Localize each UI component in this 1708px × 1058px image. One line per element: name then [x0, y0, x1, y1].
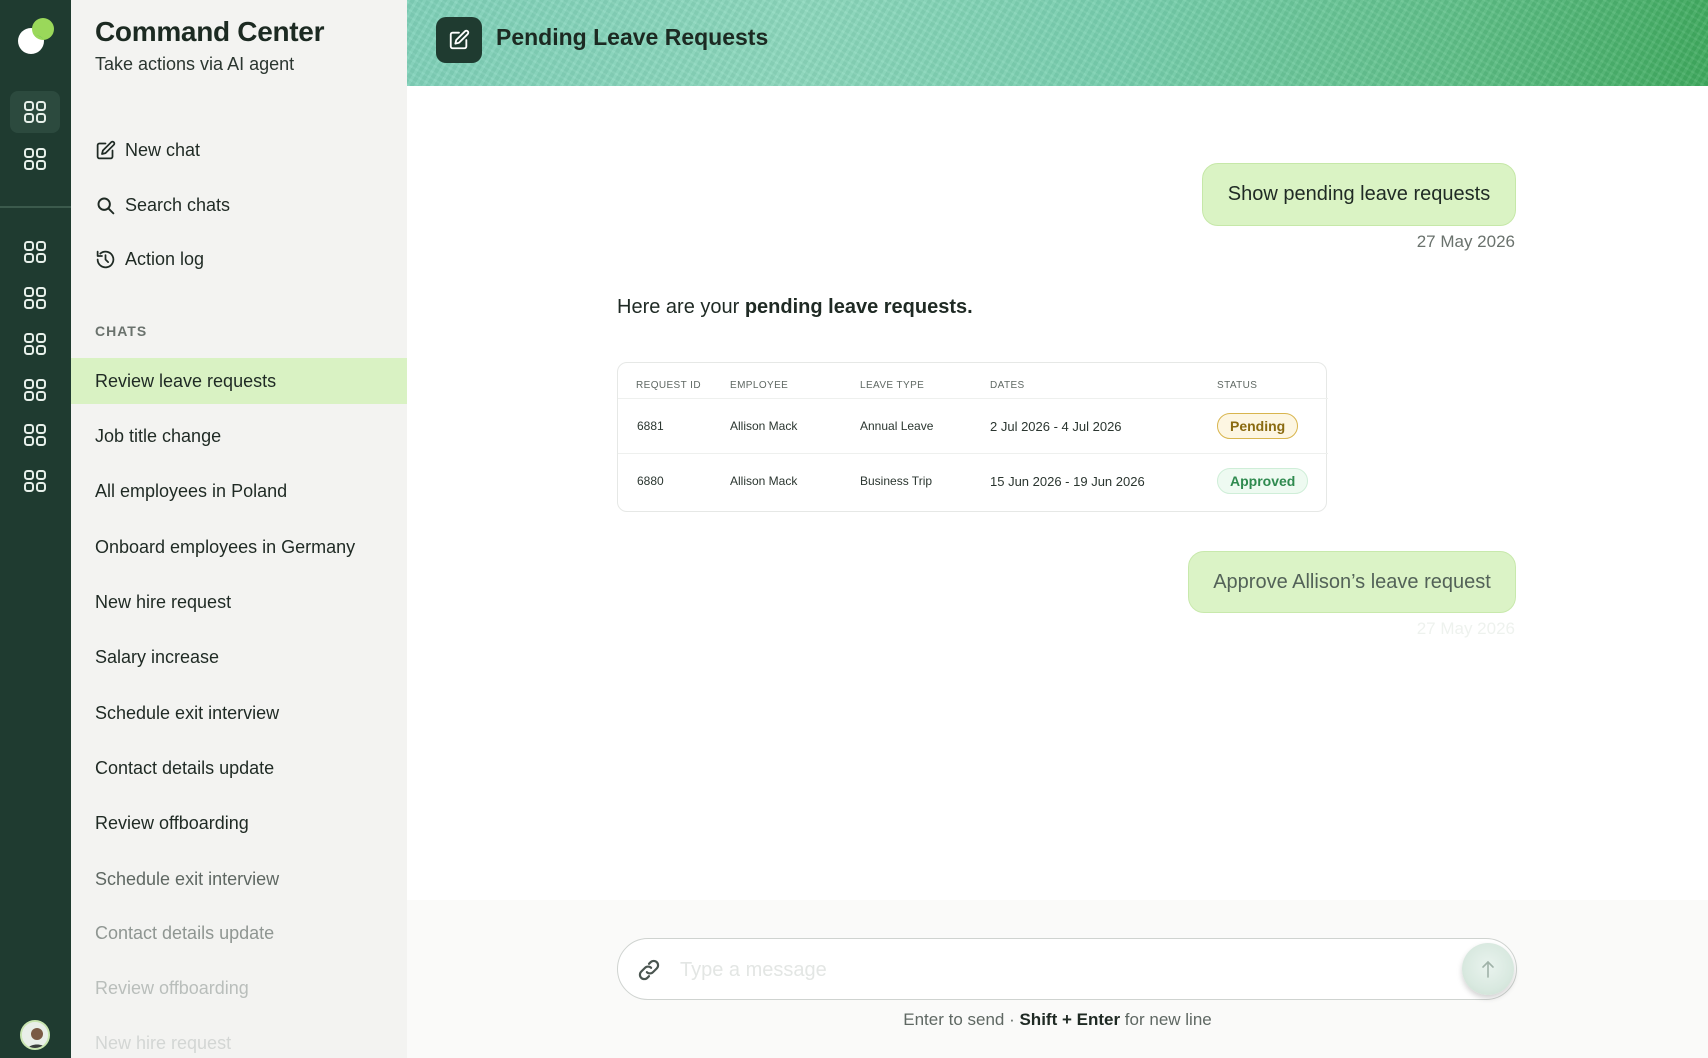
rail-divider	[0, 206, 71, 208]
user-message-bubble: Show pending leave requests	[1202, 163, 1516, 226]
app-title: Command Center	[95, 16, 325, 47]
grid-icon	[24, 241, 46, 263]
chat-item-all-employees-poland[interactable]: All employees in Poland	[71, 468, 407, 514]
search-icon	[97, 197, 115, 214]
grid-icon	[24, 333, 46, 355]
edit-icon	[96, 140, 116, 159]
rail-grid-icon-7[interactable]	[10, 414, 60, 456]
table-row[interactable]: 6880 Allison Mack Business Trip 15 Jun 2…	[618, 454, 1328, 510]
chat-item-schedule-exit-interview[interactable]: Schedule exit interview	[71, 690, 407, 736]
arrow-up-icon	[1482, 960, 1494, 978]
rail-grid-icon-2[interactable]	[10, 138, 60, 180]
cell-leave-type: Business Trip	[860, 474, 933, 488]
grid-icon	[24, 379, 46, 401]
cell-request-id: 6880	[637, 474, 664, 488]
app-window: Command Center Take actions via AI agent…	[0, 0, 1708, 1058]
message-input[interactable]	[680, 951, 1380, 989]
user-avatar[interactable]	[20, 1020, 50, 1050]
main-panel: Pending Leave Requests Show pending leav…	[407, 0, 1708, 1058]
avatar-icon	[22, 1022, 48, 1048]
table-row[interactable]: 6881 Allison Mack Annual Leave 2 Jul 202…	[618, 398, 1328, 454]
icon-rail	[0, 0, 71, 1058]
cell-employee: Allison Mack	[730, 474, 798, 488]
chat-item-review-leave-requests[interactable]: Review leave requests	[71, 358, 407, 404]
send-button[interactable]	[1462, 943, 1514, 995]
leave-requests-table: REQUEST ID EMPLOYEE LEAVE TYPE DATES STA…	[617, 362, 1328, 512]
chat-item-contact-details-update[interactable]: Contact details update	[71, 745, 407, 791]
grid-icon	[24, 424, 46, 446]
page-header: Pending Leave Requests	[407, 0, 1708, 86]
chat-item-contact-details-update-2[interactable]: Contact details update	[71, 910, 407, 956]
rail-grid-icon-1[interactable]	[10, 91, 60, 133]
sidebar: Command Center Take actions via AI agent…	[71, 0, 407, 1058]
status-badge-pending: Pending	[1217, 413, 1299, 439]
rail-grid-icon-6[interactable]	[10, 369, 60, 411]
message-timestamp-2: 27 May 2026	[1416, 619, 1515, 638]
column-header-request-id: REQUEST ID	[636, 380, 701, 391]
page-title: Pending Leave Requests	[496, 24, 769, 50]
new-chat-button[interactable]: New chat	[95, 135, 200, 165]
chat-item-review-offboarding-2[interactable]: Review offboarding	[71, 965, 407, 1011]
hint-text-1: Enter to send ·	[903, 1010, 1020, 1029]
assistant-message-bold: pending leave requests.	[744, 296, 973, 318]
status-badge-approved: Approved	[1217, 468, 1309, 494]
hint-shortcut: Shift + Enter	[1019, 1010, 1121, 1029]
hint-text-2: for new line	[1120, 1010, 1212, 1029]
rail-grid-icon-5[interactable]	[10, 323, 60, 365]
column-header-status: STATUS	[1217, 380, 1258, 391]
message-composer	[617, 938, 1517, 1000]
header-edit-icon-badge	[436, 17, 482, 63]
cell-leave-type: Annual Leave	[860, 419, 934, 433]
chat-item-onboard-germany[interactable]: Onboard employees in Germany	[71, 524, 407, 570]
cell-request-id: 6881	[637, 419, 664, 433]
search-chats-button[interactable]: Search chats	[95, 190, 230, 220]
new-chat-label: New chat	[125, 139, 201, 160]
message-timestamp: 27 May 2026	[1416, 232, 1515, 251]
cell-employee: Allison Mack	[730, 419, 798, 433]
search-chats-label: Search chats	[125, 194, 231, 215]
rail-grid-icon-8[interactable]	[10, 460, 60, 502]
cell-dates: 2 Jul 2026 - 4 Jul 2026	[990, 419, 1122, 434]
column-header-employee: EMPLOYEE	[730, 380, 789, 391]
grid-icon	[24, 470, 46, 492]
action-log-button[interactable]: Action log	[95, 244, 204, 274]
edit-icon	[449, 29, 470, 50]
chat-item-review-offboarding[interactable]: Review offboarding	[71, 800, 407, 846]
attachment-icon[interactable]	[636, 957, 662, 983]
column-header-dates: DATES	[990, 380, 1025, 391]
composer-hint: Enter to send · Shift + Enter for new li…	[407, 1010, 1708, 1030]
chat-item-new-hire-request[interactable]: New hire request	[71, 579, 407, 625]
grid-icon	[24, 287, 46, 309]
chat-item-salary-increase[interactable]: Salary increase	[71, 634, 407, 680]
history-icon	[96, 250, 115, 268]
action-log-label: Action log	[125, 248, 205, 269]
grid-icon	[24, 101, 46, 123]
assistant-message-prefix: Here are your	[617, 296, 745, 318]
column-header-leave-type: LEAVE TYPE	[860, 380, 925, 391]
rail-grid-icon-3[interactable]	[10, 231, 60, 273]
chat-item-new-hire-request-2[interactable]: New hire request	[71, 1020, 407, 1058]
logo-icon	[18, 18, 54, 54]
app-subtitle: Take actions via AI agent	[95, 54, 295, 74]
chats-section-label: CHATS	[95, 323, 148, 339]
grid-icon	[24, 148, 46, 170]
chat-item-job-title-change[interactable]: Job title change	[71, 413, 407, 459]
chat-item-schedule-exit-interview-2[interactable]: Schedule exit interview	[71, 856, 407, 902]
assistant-message: Here are your pending leave requests.	[617, 296, 973, 319]
rail-grid-icon-4[interactable]	[10, 277, 60, 319]
cell-dates: 15 Jun 2026 - 19 Jun 2026	[990, 474, 1145, 489]
user-message-bubble-2: Approve Allison’s leave request	[1188, 551, 1516, 613]
